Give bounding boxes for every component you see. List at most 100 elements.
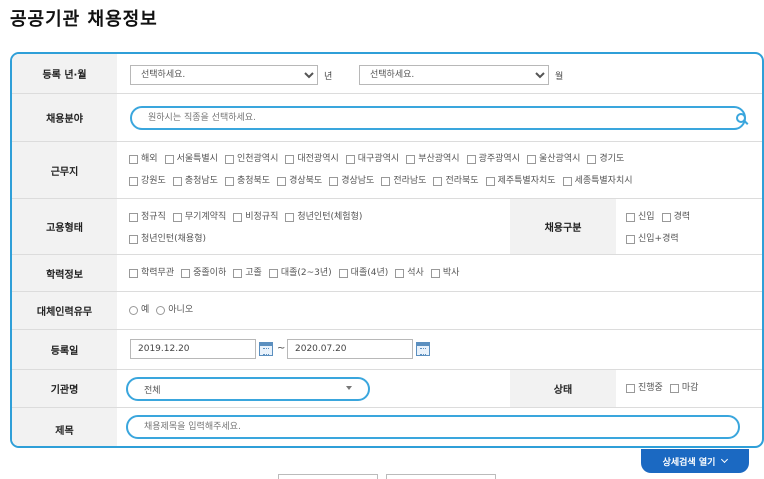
checkbox-option[interactable]: 박사	[430, 264, 459, 283]
option-label: 울산광역시	[539, 154, 581, 164]
checkbox-option[interactable]: 대전광역시	[285, 150, 339, 169]
checkbox-option[interactable]: 청년인턴(체험형)	[285, 208, 362, 227]
option-label: 예	[141, 305, 150, 315]
checkbox-option[interactable]: 부산광역시	[406, 150, 460, 169]
checkbox-option[interactable]: 청년인턴(채용형)	[129, 230, 206, 249]
checkbox[interactable]	[277, 177, 287, 186]
checkbox[interactable]	[669, 384, 679, 393]
checkbox[interactable]	[338, 269, 348, 278]
checkbox[interactable]	[233, 269, 243, 278]
checkbox[interactable]	[329, 177, 339, 186]
checkbox[interactable]	[562, 177, 572, 186]
checkbox-option[interactable]: 서울특별시	[164, 150, 218, 169]
checkbox[interactable]	[129, 235, 138, 244]
checkbox-option[interactable]: 전라남도	[381, 172, 426, 191]
option-label: 전라남도	[393, 176, 427, 186]
year-select[interactable]: 선택하세요.	[130, 65, 318, 85]
checkbox-option[interactable]: 신입+경력	[626, 230, 679, 249]
option-label: 경상남도	[341, 176, 375, 186]
checkbox[interactable]	[268, 269, 278, 278]
date-to-input[interactable]	[287, 339, 413, 359]
checkbox-option[interactable]: 경력	[661, 208, 690, 227]
option-label: 청년인턴(체험형)	[297, 212, 363, 222]
checkbox-option[interactable]: 전라북도	[433, 172, 479, 191]
checkbox[interactable]	[233, 213, 243, 222]
checkbox[interactable]	[626, 213, 635, 222]
agency-select[interactable]: 전체	[126, 377, 370, 401]
checkbox-option[interactable]: 대구광역시	[345, 150, 399, 169]
checkbox[interactable]	[626, 384, 635, 393]
checkbox-option[interactable]: 석사	[395, 264, 424, 283]
checkbox[interactable]	[381, 177, 391, 186]
checkbox[interactable]	[224, 177, 234, 186]
checkbox[interactable]	[433, 177, 443, 186]
checkbox[interactable]	[485, 177, 495, 186]
checkbox[interactable]	[345, 155, 355, 164]
option-label: 충청남도	[184, 176, 218, 186]
checkbox-option[interactable]: 경상북도	[277, 172, 322, 191]
checkbox[interactable]	[395, 269, 405, 278]
checkbox-option[interactable]: 충청북도	[224, 172, 270, 191]
checkbox[interactable]	[406, 155, 416, 164]
checkbox-option[interactable]: 중졸이하	[181, 264, 226, 283]
checkbox[interactable]	[129, 269, 138, 278]
checkbox-option[interactable]: 경상남도	[329, 172, 374, 191]
checkbox-option[interactable]: 경기도	[587, 150, 624, 169]
checkbox[interactable]	[587, 155, 597, 164]
checkbox[interactable]	[129, 213, 138, 222]
checkbox-option[interactable]: 충청남도	[172, 172, 218, 191]
calendar-icon[interactable]	[416, 342, 430, 356]
checkbox[interactable]	[172, 177, 182, 186]
detail-search-toggle[interactable]: 상세검색 열기	[641, 449, 749, 473]
checkbox[interactable]	[172, 213, 182, 222]
checkbox-option[interactable]: 고졸	[233, 264, 262, 283]
checkbox-option[interactable]: 비정규직	[233, 208, 278, 227]
reset-button[interactable]	[386, 474, 496, 479]
checkbox[interactable]	[129, 155, 138, 164]
calendar-icon[interactable]	[259, 342, 273, 356]
checkbox-option[interactable]: 마감	[669, 379, 698, 398]
checkbox-option[interactable]: 무기계약직	[172, 208, 226, 227]
checkbox-option[interactable]: 제주특별자치도	[485, 172, 556, 191]
checkbox-option[interactable]: 대졸(4년)	[338, 264, 388, 283]
checkbox-option[interactable]: 학력무관	[129, 264, 174, 283]
radio-option[interactable]: 예	[129, 301, 149, 320]
checkbox[interactable]	[626, 235, 635, 244]
checkbox-option[interactable]: 광주광역시	[466, 150, 520, 169]
checkbox[interactable]	[129, 177, 138, 186]
radio-button[interactable]	[156, 306, 166, 315]
date-from-input[interactable]	[130, 339, 256, 359]
checkbox-option[interactable]: 해외	[129, 150, 158, 169]
education-options: 학력무관 중졸이하 고졸 대졸(2~3년) 대졸(4년) 석사 박사	[129, 264, 749, 286]
option-label: 비정규직	[245, 212, 279, 222]
checkbox[interactable]	[661, 213, 671, 222]
month-select[interactable]: 선택하세요.	[359, 65, 549, 85]
date-separator: ~	[277, 343, 286, 354]
checkbox-option[interactable]: 진행중	[626, 379, 663, 398]
search-button[interactable]	[278, 474, 378, 479]
checkbox-option[interactable]: 정규직	[129, 208, 166, 227]
checkbox-option[interactable]: 세종특별자치시	[562, 172, 633, 191]
job-field-input[interactable]	[130, 106, 746, 130]
search-icon[interactable]	[736, 113, 746, 123]
checkbox-option[interactable]: 인천광역시	[224, 150, 278, 169]
checkbox-option[interactable]: 대졸(2~3년)	[268, 264, 332, 283]
checkbox-option[interactable]: 울산광역시	[527, 150, 580, 169]
checkbox[interactable]	[466, 155, 476, 164]
checkbox-option[interactable]: 신입	[626, 208, 655, 227]
search-form: 등록 년·월 선택하세요. 년 선택하세요. 월 채용분야 근무지 해외 서울특별…	[10, 52, 764, 448]
checkbox[interactable]	[430, 269, 440, 278]
row-education: 학력정보 학력무관 중졸이하 고졸 대졸(2~3년) 대졸(4년) 석사 박사	[12, 255, 762, 292]
checkbox[interactable]	[224, 155, 234, 164]
checkbox[interactable]	[181, 269, 191, 278]
checkbox[interactable]	[285, 213, 295, 222]
radio-button[interactable]	[129, 306, 138, 315]
checkbox[interactable]	[527, 155, 536, 164]
title-input[interactable]	[126, 415, 740, 439]
radio-option[interactable]: 아니오	[156, 301, 193, 320]
agency-label: 기관명	[12, 370, 117, 407]
option-label: 대졸(2~3년)	[280, 268, 332, 278]
checkbox-option[interactable]: 강원도	[129, 172, 166, 191]
checkbox[interactable]	[164, 155, 174, 164]
checkbox[interactable]	[285, 155, 295, 164]
